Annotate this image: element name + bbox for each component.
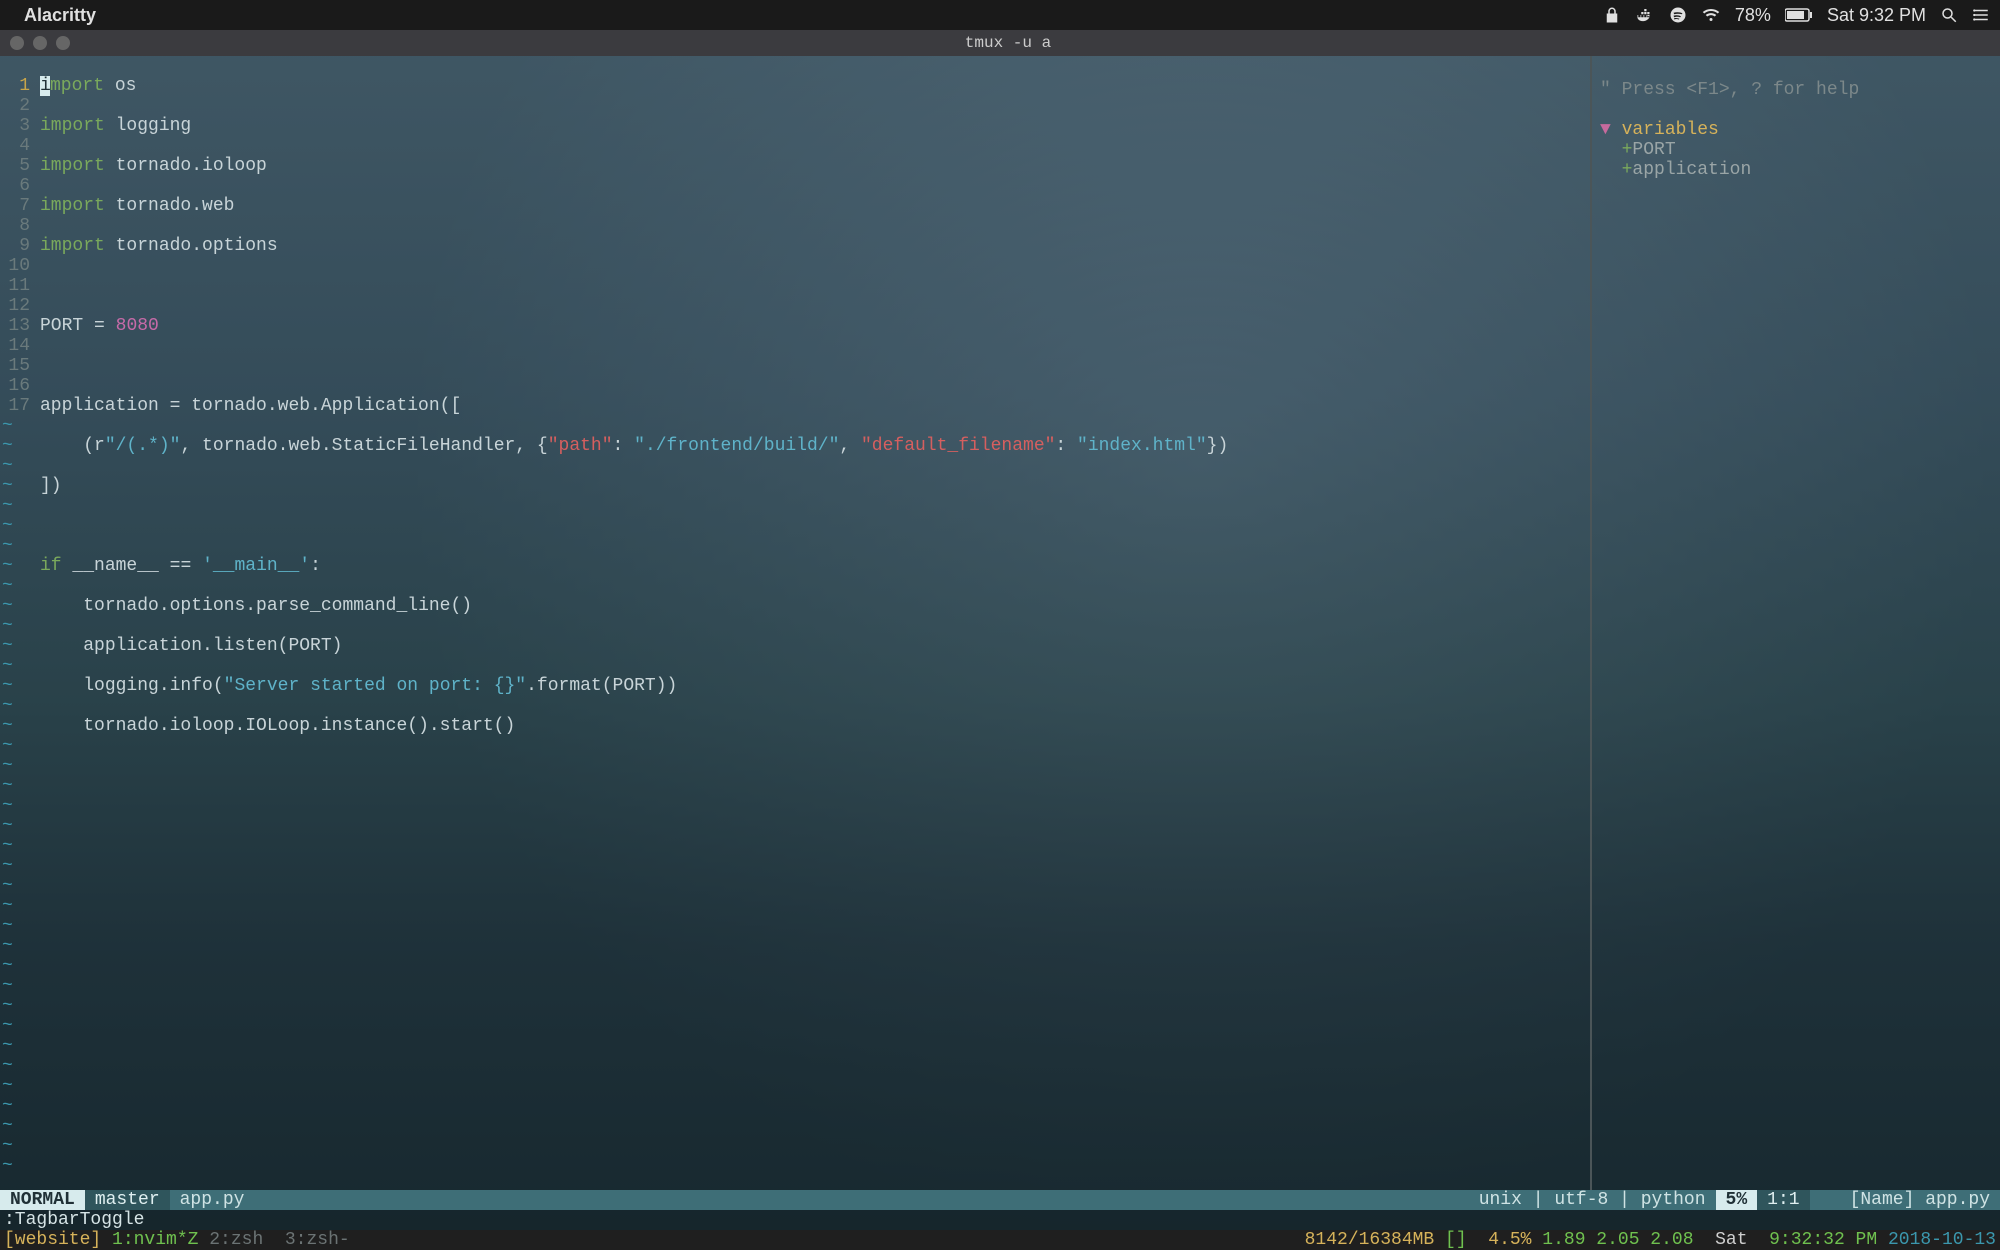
line-number: 5: [0, 156, 30, 176]
tmux-date: 2018-10-13: [1888, 1230, 2000, 1250]
cursor: i: [40, 76, 50, 96]
code-line: if __name__ == '__main__':: [40, 556, 1590, 576]
lock-icon[interactable]: [1603, 6, 1621, 24]
macos-menubar: Alacritty 78% Sat 9:32 PM: [0, 0, 2000, 30]
line-number: 8: [0, 216, 30, 236]
code-line: [40, 276, 1590, 296]
tagbar-item[interactable]: +PORT: [1600, 140, 1676, 160]
line-number: 2: [0, 96, 30, 116]
tmux-session[interactable]: [website]: [0, 1230, 112, 1250]
cursor-position: 1:1: [1757, 1190, 1809, 1210]
battery-percentage[interactable]: 78%: [1735, 5, 1771, 26]
code-line: import tornado.ioloop: [40, 156, 1590, 176]
close-window-icon[interactable]: [10, 36, 24, 50]
tagbar-section[interactable]: ▼ variables: [1600, 120, 1719, 140]
bracket-icon: ]: [1456, 1230, 1467, 1250]
code-line: PORT = 8080: [40, 316, 1590, 336]
git-branch: master: [85, 1190, 170, 1210]
code-area[interactable]: import os import logging import tornado.…: [40, 56, 1590, 776]
line-number: 6: [0, 176, 30, 196]
battery-icon[interactable]: [1785, 8, 1813, 22]
terminal-window: tmux -u a 1234567891011121314151617 impo…: [0, 30, 2000, 1250]
notification-center-icon[interactable]: [1972, 6, 1990, 24]
docker-icon[interactable]: [1635, 6, 1655, 24]
tagbar-help-hint: " Press <F1>, ? for help: [1600, 80, 1859, 100]
file-encoding: unix | utf-8 | python: [1469, 1190, 1716, 1210]
line-number: 7: [0, 196, 30, 216]
line-number: 12: [0, 296, 30, 316]
tmux-window-current[interactable]: 1:nvim*Z: [112, 1230, 198, 1250]
code-line: import logging: [40, 116, 1590, 136]
code-line: application.listen(PORT): [40, 636, 1590, 656]
menubar-clock[interactable]: Sat 9:32 PM: [1827, 5, 1926, 26]
spotlight-search-icon[interactable]: [1940, 6, 1958, 24]
tmux-time: 9:32:32 PM: [1748, 1230, 1888, 1250]
fold-open-icon: ▼: [1600, 120, 1611, 140]
tmux-statusbar: [website] 1:nvim*Z 2:zsh 3:zsh- 8142/163…: [0, 1230, 2000, 1250]
tagbar-statusline: [Name] app.py: [1840, 1190, 2000, 1210]
tmux-day: Sat: [1694, 1230, 1748, 1250]
wifi-icon[interactable]: [1701, 6, 1721, 24]
tmux-window[interactable]: 2:zsh: [198, 1230, 274, 1250]
line-number: 10: [0, 256, 30, 276]
line-number: 11: [0, 276, 30, 296]
current-file: app.py: [170, 1190, 255, 1210]
line-number: 1: [0, 76, 30, 96]
vim-mode: NORMAL: [0, 1190, 85, 1210]
scroll-percent: 5%: [1716, 1190, 1758, 1210]
line-number: 13: [0, 316, 30, 336]
line-number: 4: [0, 136, 30, 156]
line-number: 9: [0, 236, 30, 256]
line-number: 16: [0, 376, 30, 396]
code-line: [40, 516, 1590, 536]
code-line: import os: [40, 76, 1590, 96]
tagbar-item[interactable]: +application: [1600, 160, 1751, 180]
line-number: 15: [0, 356, 30, 376]
window-titlebar[interactable]: tmux -u a: [0, 30, 2000, 56]
window-title: tmux -u a: [26, 34, 1990, 52]
line-number: 14: [0, 336, 30, 356]
vim-statusline: NORMAL master app.py unix | utf-8 | pyth…: [0, 1190, 2000, 1210]
tmux-load-average: 1.89 2.05 2.08: [1531, 1230, 1693, 1250]
code-line: import tornado.options: [40, 236, 1590, 256]
plus-icon: +: [1622, 160, 1633, 180]
code-line: tornado.ioloop.IOLoop.instance().start(): [40, 716, 1590, 736]
code-line: (r"/(.*)", tornado.web.StaticFileHandler…: [40, 436, 1590, 456]
tagbar-pane[interactable]: " Press <F1>, ? for help ▼ variables +PO…: [1592, 56, 2000, 1190]
bracket-icon: [: [1445, 1230, 1456, 1250]
code-line: ]): [40, 476, 1590, 496]
code-line: logging.info("Server started on port: {}…: [40, 676, 1590, 696]
spotify-icon[interactable]: [1669, 6, 1687, 24]
code-line: application = tornado.web.Application([: [40, 396, 1590, 416]
code-line: [40, 356, 1590, 376]
code-line: import tornado.web: [40, 196, 1590, 216]
empty-line-tildes: ~ ~ ~ ~ ~ ~ ~ ~ ~ ~ ~ ~ ~ ~ ~ ~ ~ ~ ~ ~ …: [2, 396, 67, 1130]
code-line: tornado.options.parse_command_line(): [40, 596, 1590, 616]
active-app-name[interactable]: Alacritty: [24, 5, 96, 26]
tmux-memory: 8142/16384MB: [1294, 1230, 1445, 1250]
tmux-window[interactable]: 3:zsh-: [274, 1230, 350, 1250]
terminal-surface[interactable]: 1234567891011121314151617 import os impo…: [0, 56, 2000, 1250]
tmux-mem-percent: 4.5%: [1467, 1230, 1532, 1250]
vim-commandline[interactable]: :TagbarToggle: [0, 1210, 2000, 1230]
line-number: 3: [0, 116, 30, 136]
plus-icon: +: [1622, 140, 1633, 160]
editor-pane[interactable]: 1234567891011121314151617 import os impo…: [0, 56, 1590, 1190]
